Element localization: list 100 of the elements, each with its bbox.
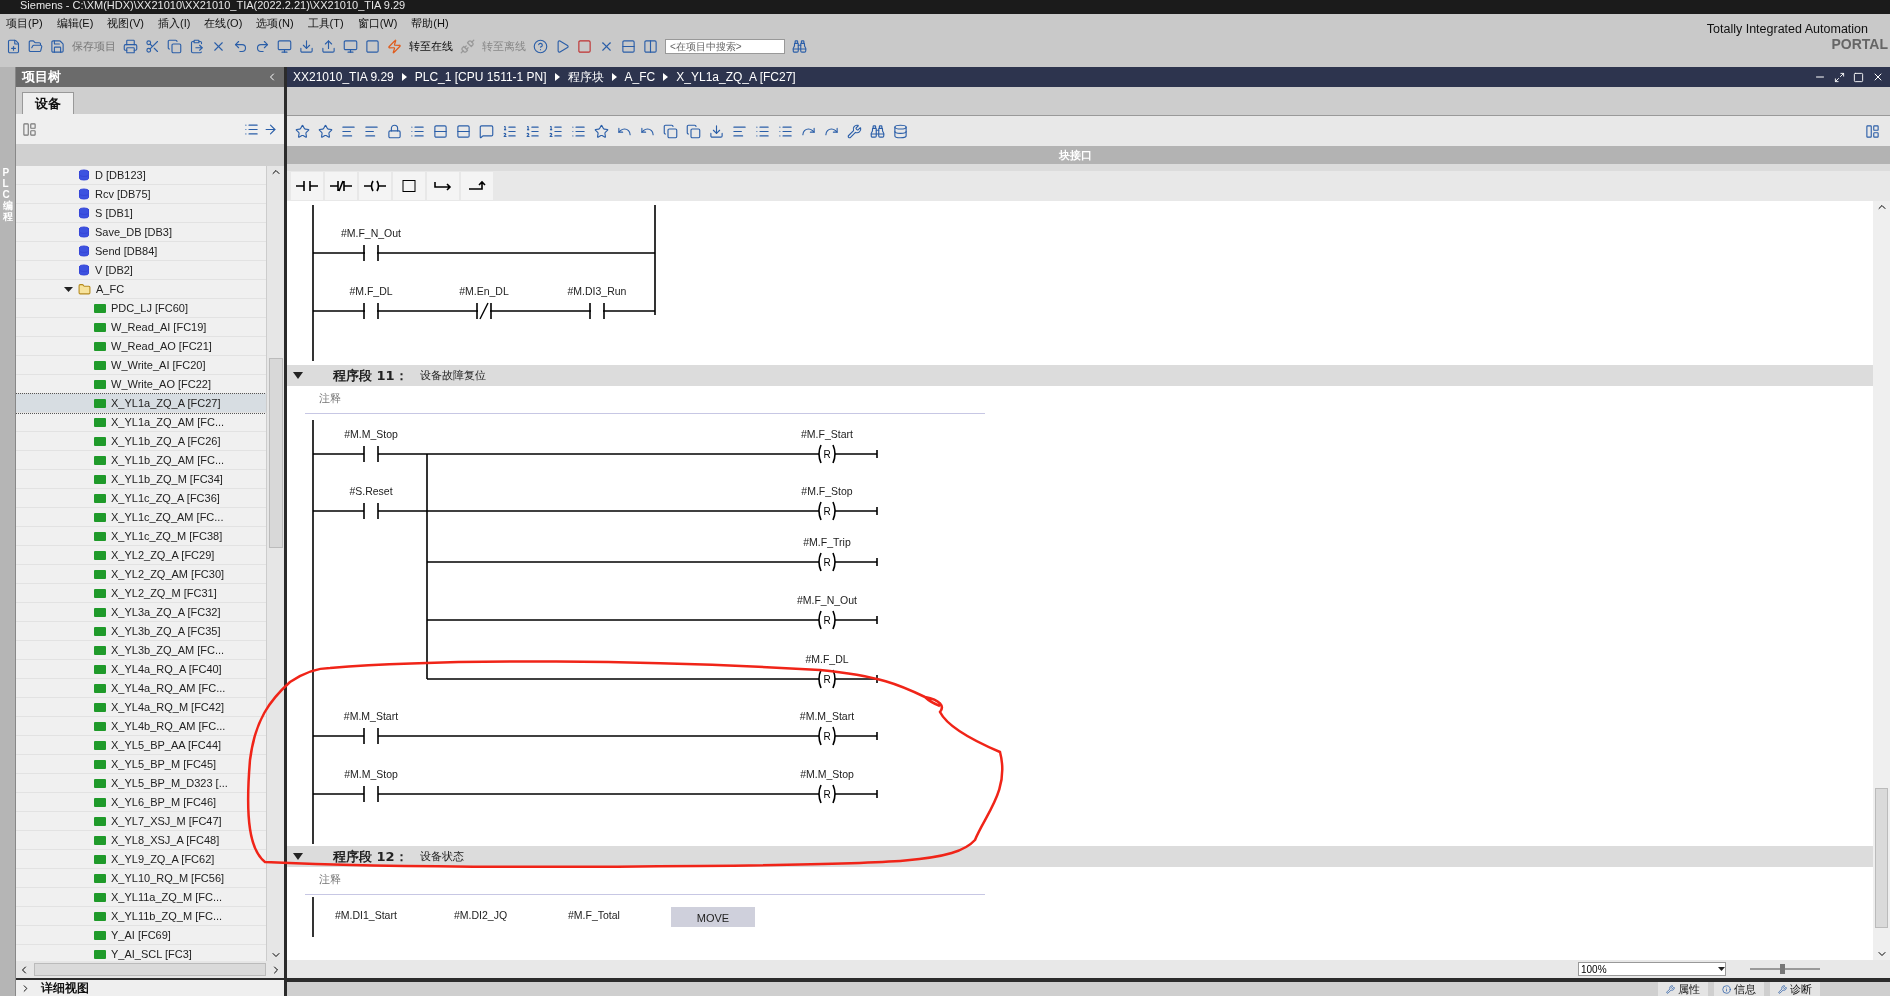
open-branch-tool[interactable] (427, 172, 459, 200)
normally-closed-contact[interactable] (476, 302, 492, 320)
menu-item[interactable]: 插入(I) (158, 15, 191, 32)
editor-tool-icon[interactable] (433, 123, 448, 139)
operand-label[interactable]: #M.F_Stop (801, 485, 853, 497)
inspector-tab[interactable]: 属性 (1658, 982, 1708, 996)
reset-coil[interactable]: R (818, 610, 836, 630)
normally-open-contact[interactable] (363, 445, 379, 463)
operand-label[interactable]: #M.M_Stop (344, 768, 398, 780)
editor-tool-icon[interactable] (870, 123, 885, 139)
editor-tool-icon[interactable] (318, 123, 333, 139)
operand-label[interactable]: #M.F_N_Out (796, 594, 858, 606)
operand-label[interactable]: #M.F_Total (568, 909, 620, 921)
collapse-icon[interactable] (293, 372, 303, 379)
vertical-scrollbar[interactable] (1873, 201, 1890, 960)
zoom-dropdown[interactable]: 100% (1578, 962, 1726, 976)
breadcrumb-item[interactable]: A_FC (624, 68, 656, 86)
editor-tool-icon[interactable] (571, 123, 586, 139)
breadcrumb-item[interactable]: X_YL1a_ZQ_A [FC27] (676, 68, 796, 86)
move-box[interactable]: MOVE (671, 907, 755, 927)
editor-tool-icon[interactable] (663, 123, 678, 139)
scroll-thumb[interactable] (268, 358, 283, 548)
upload-icon[interactable] (321, 39, 336, 54)
go-online-button[interactable]: 转至在线 (409, 38, 453, 55)
undo-icon[interactable] (233, 39, 248, 54)
breadcrumb-item[interactable]: 程序块 (567, 68, 604, 86)
reset-coil[interactable]: R (818, 444, 836, 464)
operand-label[interactable]: #M.En_DL (459, 285, 509, 297)
editor-tool-icon[interactable] (364, 123, 379, 139)
menu-item[interactable]: 帮助(H) (411, 15, 449, 32)
comment-field[interactable]: 注释 (305, 390, 985, 414)
reset-coil[interactable]: R (818, 669, 836, 689)
vertical-scrollbar[interactable] (267, 166, 284, 961)
normally-open-contact[interactable] (363, 785, 379, 803)
split-horizontal-icon[interactable] (621, 39, 636, 54)
horizontal-scrollbar[interactable] (16, 961, 284, 978)
cut-icon[interactable] (145, 39, 160, 54)
normally-open-contact[interactable] (589, 302, 605, 320)
tree-item[interactable]: X_YL1a_ZQ_A [FC27] (16, 394, 266, 413)
breadcrumb-item[interactable]: XX21010_TIA 9.29 (293, 68, 394, 86)
redo-icon[interactable] (255, 39, 270, 54)
editor-tool-icon[interactable] (893, 123, 908, 139)
operand-label[interactable]: #M.M_Stop (800, 768, 854, 780)
editor-tool-icon[interactable] (709, 123, 724, 139)
tree-item[interactable]: V [DB2] (16, 261, 266, 280)
coil-tool[interactable] (359, 172, 391, 200)
delete-icon[interactable] (211, 39, 226, 54)
network-header[interactable]: 程序段 11： 设备故障复位 (287, 365, 1873, 386)
tree-item[interactable]: S [DB1] (16, 204, 266, 223)
copy-icon[interactable] (167, 39, 182, 54)
print-icon[interactable] (123, 39, 138, 54)
devices-tab[interactable]: 设备 (22, 92, 74, 114)
open-folder-icon[interactable] (28, 39, 43, 54)
operand-label[interactable]: #M.DI3_Run (567, 285, 627, 297)
editor-tool-icon[interactable] (456, 123, 471, 139)
paste-icon[interactable] (189, 39, 204, 54)
menu-item[interactable]: 视图(V) (107, 15, 144, 32)
scroll-thumb[interactable] (1875, 788, 1888, 928)
editor-tool-icon[interactable] (847, 123, 862, 139)
operand-label[interactable]: #M.F_Start (801, 428, 853, 440)
operand-label[interactable]: #M.DI2_JQ (454, 909, 508, 921)
operand-label[interactable]: #M.M_Stop (344, 428, 398, 440)
inspector-tab[interactable]: 信息 (1714, 982, 1764, 996)
expand-toggle-icon[interactable] (64, 284, 73, 294)
operand-label[interactable]: #M.F_N_Out (340, 227, 402, 239)
editor-tool-icon[interactable] (410, 123, 425, 139)
editor-tool-icon[interactable] (341, 123, 356, 139)
operand-label[interactable]: #M.F_DL (349, 285, 393, 297)
list-view-icon[interactable] (244, 121, 259, 137)
editor-tool-icon[interactable] (778, 123, 793, 139)
normally-open-contact[interactable] (363, 244, 379, 262)
operand-label[interactable]: #M.M_Start (343, 710, 399, 722)
menu-item[interactable]: 编辑(E) (56, 15, 94, 32)
editor-tool-icon[interactable] (479, 123, 494, 139)
comment-field[interactable]: 注释 (305, 871, 985, 895)
menu-item[interactable]: 在线(O) (204, 15, 243, 32)
normally-open-contact[interactable] (363, 302, 379, 320)
stop-cpu-icon[interactable] (577, 39, 592, 54)
reset-coil[interactable]: R (818, 784, 836, 804)
editor-tool-icon[interactable] (387, 123, 402, 139)
editor-tool-icon[interactable] (594, 123, 609, 139)
operand-label[interactable]: #S.Reset (349, 485, 393, 497)
tree-item[interactable]: Send [DB84] (16, 242, 266, 261)
overview-icon[interactable] (22, 121, 37, 137)
new-project-icon[interactable] (6, 39, 21, 54)
zoom-slider-thumb[interactable] (1779, 964, 1785, 974)
editor-tool-icon[interactable] (732, 123, 747, 139)
task-card-icon[interactable] (1865, 123, 1880, 139)
operand-label[interactable]: #M.DI1_Start (335, 909, 397, 921)
collapse-icon[interactable] (293, 853, 303, 860)
detail-view-bar[interactable]: 详细视图 (16, 978, 284, 996)
editor-tool-icon[interactable] (686, 123, 701, 139)
editor-tool-icon[interactable] (525, 123, 540, 139)
breadcrumb-item[interactable]: PLC_1 [CPU 1511-1 PN] (414, 68, 547, 86)
search-field[interactable]: <在项目中搜索> (665, 39, 785, 54)
editor-tool-icon[interactable] (548, 123, 563, 139)
normally-open-contact-tool[interactable] (291, 172, 323, 200)
reset-coil[interactable]: R (818, 501, 836, 521)
menu-item[interactable]: 选项(N) (256, 15, 294, 32)
monitor-icon[interactable] (343, 39, 358, 54)
